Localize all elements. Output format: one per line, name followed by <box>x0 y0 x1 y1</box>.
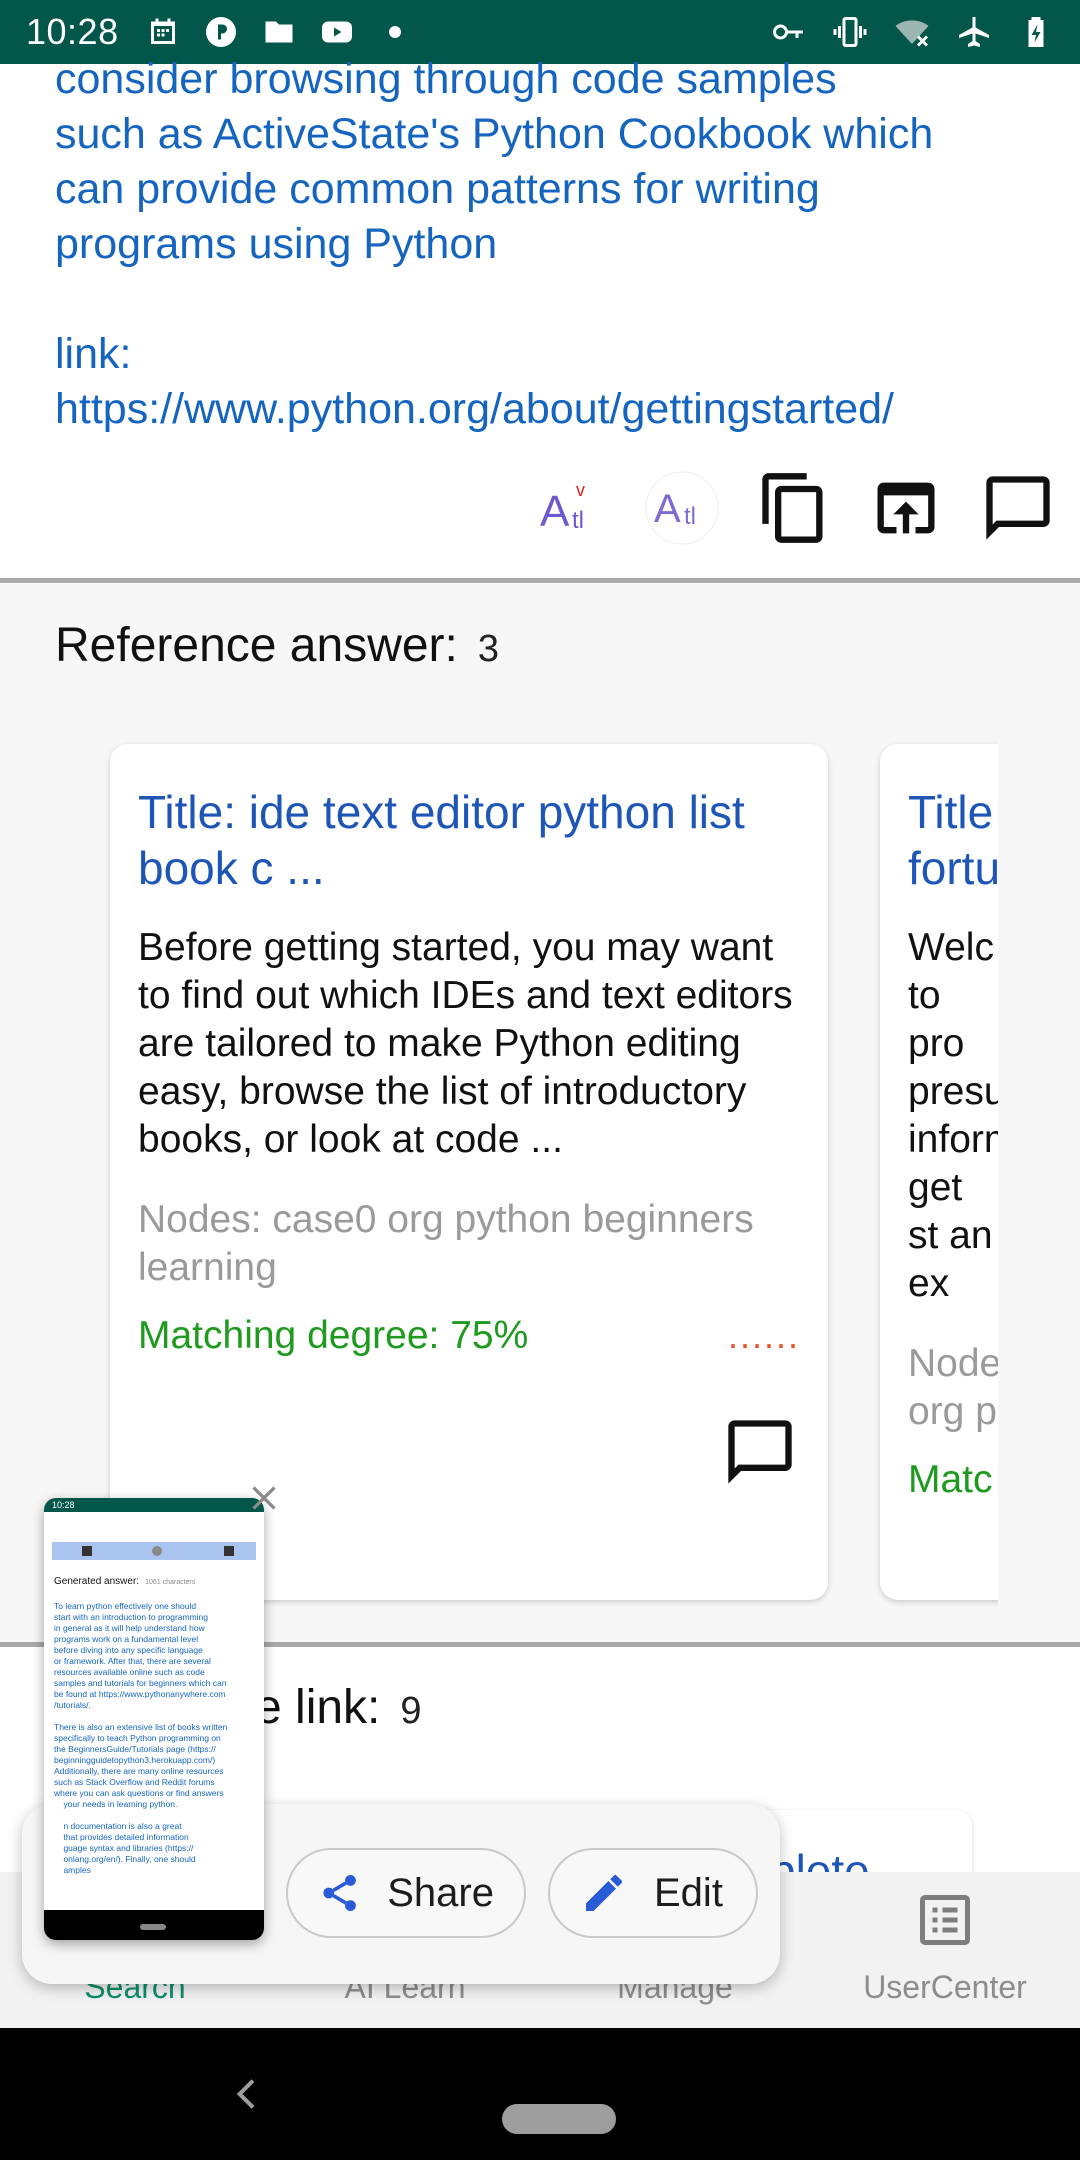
link-count: 9 <box>400 1690 422 1732</box>
generated-answer-text: consider browsing through code samples s… <box>55 55 934 433</box>
svg-text:tl: tl <box>572 507 584 534</box>
reference-card-body: Before getting started, you may want to … <box>138 926 793 1161</box>
reference-card[interactable]: Title: ide text editor python list book … <box>110 744 828 1600</box>
calendar-icon <box>145 14 181 50</box>
home-pill[interactable] <box>502 2104 616 2134</box>
copy-icon <box>762 473 823 543</box>
link-heading: e link: 9 <box>255 1680 422 1735</box>
airplane-icon <box>956 14 992 50</box>
wifi-off-icon <box>894 14 930 50</box>
status-time: 10:28 <box>26 11 119 52</box>
nav-user-center[interactable]: UserCenter <box>810 1872 1080 2028</box>
svg-text:A: A <box>654 487 681 531</box>
nav-user-center-label: UserCenter <box>863 1969 1027 2005</box>
reference-heading: Reference answer: 3 <box>55 618 499 673</box>
reference-card-title[interactable]: Title: ide text editor python list book … <box>138 784 800 896</box>
svg-text:tl: tl <box>684 503 696 530</box>
reference-card-match-row: Matc <box>908 1458 998 1502</box>
folder-icon <box>261 14 297 50</box>
thumbnail-heading-label: Generated answer: <box>54 1576 140 1587</box>
matching-degree: Matching degree: 75% <box>138 1314 529 1357</box>
matching-degree: Matc <box>908 1458 993 1501</box>
thumbnail-tab-icon <box>82 1546 92 1556</box>
font-style-v-icon: A tl v <box>540 480 585 536</box>
youtube-icon <box>319 14 355 50</box>
reference-count: 3 <box>477 628 500 670</box>
thumbnail-home-pill <box>140 1924 166 1930</box>
thumbnail-char-count: 1061 characters <box>145 1579 196 1586</box>
svg-text:v: v <box>576 480 585 500</box>
close-icon <box>252 1486 276 1510</box>
share-icon <box>323 1874 356 1912</box>
svg-text:A: A <box>540 487 570 536</box>
edit-button[interactable]: Edit <box>548 1848 758 1938</box>
thumbnail-tab-bar <box>52 1542 256 1560</box>
pencil-icon <box>586 1875 622 1911</box>
thumbnail-close-button[interactable] <box>246 1480 282 1516</box>
thumbnail-status-bar: 10:28 <box>44 1498 264 1512</box>
reference-card-nodes: Node org p <box>908 1342 998 1433</box>
reference-card-match-row: Matching degree: 75% ...... <box>138 1314 800 1358</box>
thumbnail-tab-icon <box>152 1546 162 1556</box>
open-external-button[interactable] <box>864 466 948 550</box>
section-divider-top <box>0 578 1080 583</box>
thumbnail-heading: Generated answer: 1061 characters <box>54 1576 264 1587</box>
share-label: Share <box>387 1870 494 1915</box>
card-comment-button[interactable] <box>722 1414 798 1490</box>
back-icon[interactable] <box>228 2074 268 2114</box>
font-style-icon: A tl <box>645 471 719 545</box>
reference-card-body: Welc to pro presu inform get st an ex <box>908 926 998 1305</box>
reference-card-nodes: Nodes: case0 org python beginners learni… <box>138 1198 754 1289</box>
list-icon <box>915 1890 975 1955</box>
edit-label: Edit <box>654 1870 723 1915</box>
reference-card-title[interactable]: Title fortu <box>908 784 998 896</box>
reference-card-carousel[interactable]: Title: ide text editor python list book … <box>0 740 998 1610</box>
dot-icon <box>377 14 413 50</box>
font-style-button[interactable]: A tl <box>640 466 724 550</box>
more-dots[interactable]: ...... <box>728 1315 800 1357</box>
key-icon <box>770 14 806 50</box>
open-external-icon <box>877 482 935 534</box>
battery-charging-icon <box>1018 14 1054 50</box>
status-right-icons <box>770 14 1054 50</box>
comment-button[interactable] <box>976 466 1060 550</box>
reference-card[interactable]: Title fortu Welc to pro presu inform get… <box>880 744 998 1600</box>
thumbnail-home-icon <box>224 1546 234 1556</box>
link-heading-label: e link: <box>255 1681 381 1734</box>
copy-button[interactable] <box>752 466 836 550</box>
font-style-v-button[interactable]: A tl v <box>528 466 612 550</box>
thumbnail-text: To learn python effectively one should s… <box>54 1601 228 1875</box>
comment-icon <box>986 476 1050 540</box>
share-button[interactable]: Share <box>286 1848 526 1938</box>
system-nav-bar <box>0 2028 1080 2160</box>
reference-heading-label: Reference answer: <box>55 619 458 672</box>
comment-icon <box>728 1420 792 1484</box>
answer-action-row: A tl v A tl <box>528 466 1060 550</box>
screenshot-thumbnail[interactable]: 10:28 Generated answer: 1061 characters T… <box>44 1498 264 1940</box>
status-left-icons <box>145 14 413 50</box>
vibrate-icon <box>832 14 868 50</box>
app-p-icon <box>203 14 239 50</box>
